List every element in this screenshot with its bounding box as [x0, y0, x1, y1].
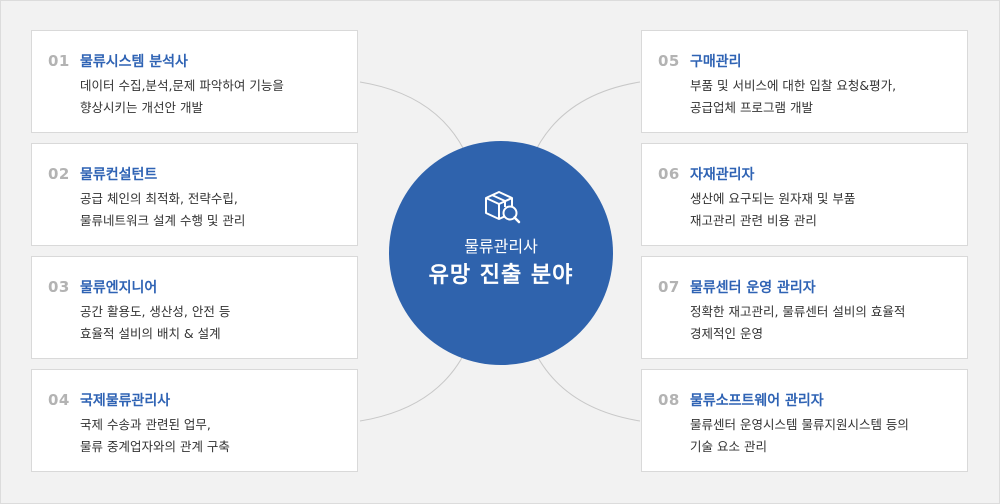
field-title: 국제물류관리사 — [80, 393, 171, 409]
description-line: 기술 요소 관리 — [690, 439, 767, 454]
field-description: 생산에 요구되는 원자재 및 부품 재고관리 관련 비용 관리 — [690, 188, 962, 232]
description-line: 효율적 설비의 배치 & 설계 — [80, 326, 221, 341]
description-line: 생산에 요구되는 원자재 및 부품 — [690, 191, 856, 206]
field-card-01: 01 물류시스템 분석사 데이터 수집,분석,문제 파악하여 기능을 향상시키는… — [31, 30, 358, 133]
description-line: 공급업체 프로그램 개발 — [690, 100, 813, 115]
description-line: 물류 중계업자와의 관계 구축 — [80, 439, 230, 454]
field-title: 구매관리 — [690, 54, 742, 70]
connector-08 — [531, 345, 641, 422]
field-number: 05 — [658, 52, 680, 70]
description-line: 국제 수송과 관련된 업무, — [80, 417, 211, 432]
field-card-04: 04 국제물류관리사 국제 수송과 관련된 업무, 물류 중계업자와의 관계 구… — [31, 369, 358, 472]
description-line: 부품 및 서비스에 대한 입찰 요청&평가, — [690, 78, 897, 93]
description-line: 공급 체인의 최적화, 전략수립, — [80, 191, 238, 206]
field-description: 데이터 수집,분석,문제 파악하여 기능을 향상시키는 개선안 개발 — [80, 75, 352, 119]
center-hub: 물류관리사 유망 진출 분야 — [389, 141, 613, 365]
connector-01 — [359, 81, 469, 159]
field-title: 자재관리자 — [690, 167, 755, 183]
field-title: 물류센터 운영 관리자 — [690, 280, 816, 296]
hub-title: 유망 진출 분야 — [428, 263, 574, 288]
field-title: 물류엔지니어 — [80, 280, 158, 296]
field-number: 03 — [48, 278, 70, 296]
field-number: 02 — [48, 165, 70, 183]
box-search-icon — [485, 191, 521, 224]
description-line: 공간 활용도, 생산성, 안전 등 — [80, 304, 231, 319]
field-description: 부품 및 서비스에 대한 입찰 요청&평가, 공급업체 프로그램 개발 — [690, 75, 962, 119]
field-card-05: 05 구매관리 부품 및 서비스에 대한 입찰 요청&평가, 공급업체 프로그램… — [641, 30, 968, 133]
field-number: 08 — [658, 391, 680, 409]
field-card-06: 06 자재관리자 생산에 요구되는 원자재 및 부품 재고관리 관련 비용 관리 — [641, 143, 968, 246]
field-number: 07 — [658, 278, 680, 296]
connector-04 — [359, 345, 469, 422]
field-title: 물류시스템 분석사 — [80, 54, 188, 70]
description-line: 물류네트워크 설계 수행 및 관리 — [80, 213, 246, 228]
field-title: 물류소프트웨어 관리자 — [690, 393, 824, 409]
description-line: 정확한 재고관리, 물류센터 설비의 효율적 — [690, 304, 906, 319]
description-line: 물류센터 운영시스템 물류지원시스템 등의 — [690, 417, 909, 432]
field-number: 04 — [48, 391, 70, 409]
field-number: 06 — [658, 165, 680, 183]
description-line: 재고관리 관련 비용 관리 — [690, 213, 817, 228]
field-card-03: 03 물류엔지니어 공간 활용도, 생산성, 안전 등 효율적 설비의 배치 &… — [31, 256, 358, 359]
field-number: 01 — [48, 52, 70, 70]
field-card-07: 07 물류센터 운영 관리자 정확한 재고관리, 물류센터 설비의 효율적 경제… — [641, 256, 968, 359]
description-line: 향상시키는 개선안 개발 — [80, 100, 203, 115]
field-description: 국제 수송과 관련된 업무, 물류 중계업자와의 관계 구축 — [80, 414, 352, 458]
description-line: 경제적인 운영 — [690, 326, 763, 341]
description-line: 데이터 수집,분석,문제 파악하여 기능을 — [80, 78, 284, 93]
field-title: 물류컨설턴트 — [80, 167, 158, 183]
field-card-02: 02 물류컨설턴트 공급 체인의 최적화, 전략수립, 물류네트워크 설계 수행… — [31, 143, 358, 246]
field-description: 물류센터 운영시스템 물류지원시스템 등의 기술 요소 관리 — [690, 414, 962, 458]
field-description: 정확한 재고관리, 물류센터 설비의 효율적 경제적인 운영 — [690, 301, 962, 345]
field-description: 공간 활용도, 생산성, 안전 등 효율적 설비의 배치 & 설계 — [80, 301, 352, 345]
field-card-08: 08 물류소프트웨어 관리자 물류센터 운영시스템 물류지원시스템 등의 기술 … — [641, 369, 968, 472]
connector-05 — [531, 81, 641, 159]
hub-subtitle: 물류관리사 — [464, 237, 538, 256]
field-description: 공급 체인의 최적화, 전략수립, 물류네트워크 설계 수행 및 관리 — [80, 188, 352, 232]
